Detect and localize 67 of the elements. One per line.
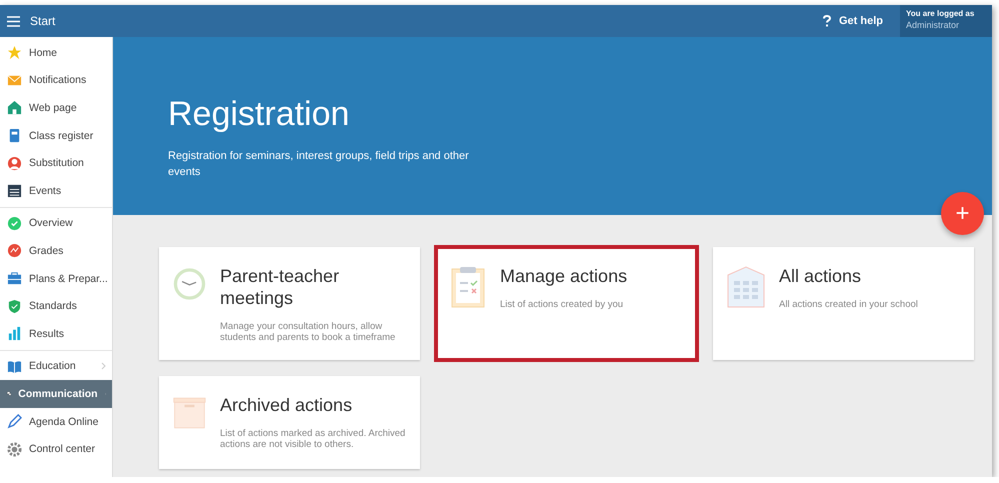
briefcase-icon: [7, 271, 22, 286]
banner-title: Registration: [168, 95, 350, 134]
person-icon: [7, 156, 22, 171]
help-icon: [822, 15, 831, 27]
calendar-icon: [7, 183, 22, 198]
card-title: Manage actions: [500, 265, 628, 287]
pen-icon: [7, 414, 22, 430]
card-description: List of actions created by you: [500, 299, 624, 310]
sidebar-item[interactable]: Standards: [0, 292, 112, 320]
sidebar-item[interactable]: Web page: [0, 94, 112, 122]
card-title: All actions: [779, 265, 862, 287]
item-label: Education: [29, 360, 77, 372]
card-title: Parent-teacher meetings: [220, 265, 340, 309]
sidebar-item[interactable]: Agenda Online: [0, 408, 112, 436]
sidebar-item[interactable]: Overview: [0, 210, 112, 238]
sidebar-item[interactable]: Plans & Prepar...: [0, 264, 112, 292]
action-card[interactable]: All actions All actions created in your school: [713, 247, 974, 360]
item-label: Results: [29, 328, 66, 340]
sidebar-item[interactable]: Substitution: [0, 149, 112, 177]
item-label: Agenda Online: [29, 416, 100, 428]
item-label: Standards: [29, 300, 78, 312]
card-title: Archived actions: [220, 394, 354, 416]
sidebar-item[interactable]: Notifications: [0, 66, 112, 94]
building-icon: [727, 265, 765, 309]
action-card[interactable]: Manage actions List of actions created by you: [436, 247, 697, 360]
add-button[interactable]: +: [941, 192, 984, 235]
action-card[interactable]: Parent-teacher meetings Manage your consultation hours, allow students and parents to book a timeframe: [159, 247, 420, 360]
login-label: You are logged as: [906, 9, 976, 18]
sidebar-item[interactable]: Grades: [0, 237, 112, 265]
shield-icon: [7, 298, 22, 314]
item-label: Home: [29, 46, 58, 59]
page-title: Start: [30, 14, 56, 28]
item-label: Plans & Prepar...: [29, 272, 109, 285]
item-label: Grades: [29, 244, 64, 257]
item-label: Web page: [29, 102, 78, 114]
gear-icon: [7, 442, 22, 457]
user-name: Administrator: [906, 20, 960, 30]
sidebar-item[interactable]: Events: [0, 176, 112, 205]
sidebar-item[interactable]: Results: [0, 320, 112, 348]
item-label: Overview: [29, 217, 74, 230]
item-label: Class register: [29, 130, 94, 142]
check-circle-icon: [7, 216, 22, 231]
open-book-icon: [7, 358, 22, 374]
item-label: Events: [29, 184, 62, 197]
clipboard-icon: [450, 265, 486, 309]
book-icon: [7, 128, 22, 144]
help-link[interactable]: Get help: [822, 15, 883, 27]
card-description: List of actions marked as archived. Archived actions are not visible to others.: [220, 428, 406, 450]
sidebar-item[interactable]: Home: [0, 39, 112, 67]
star-icon: [7, 45, 22, 60]
sidebar-item[interactable]: Control center: [0, 435, 112, 463]
sidebar-item[interactable]: Communication: [0, 380, 112, 408]
house-icon: [7, 100, 22, 116]
envelope-icon: [7, 72, 22, 88]
menu-icon[interactable]: [7, 16, 20, 26]
banner-subtitle: Registration for seminars, interest groups, field trips and other events: [168, 149, 470, 180]
item-label: Notifications: [29, 74, 88, 86]
card-description: All actions created in your school: [779, 299, 918, 310]
sidebar-item[interactable]: Class register: [0, 122, 112, 150]
action-card[interactable]: Archived actions List of actions marked as archived. Archived actions are not visible to others.: [159, 376, 420, 469]
sidebar-item[interactable]: Education: [0, 352, 112, 380]
card-description: Manage your consultation hours, allow students and parents to book a timeframe: [220, 321, 396, 343]
chart-circle-icon: [7, 243, 22, 258]
item-label: Control center: [29, 443, 96, 456]
item-label: Communication: [18, 388, 98, 400]
item-label: Substitution: [29, 157, 85, 170]
bar-chart-icon: [7, 326, 22, 342]
